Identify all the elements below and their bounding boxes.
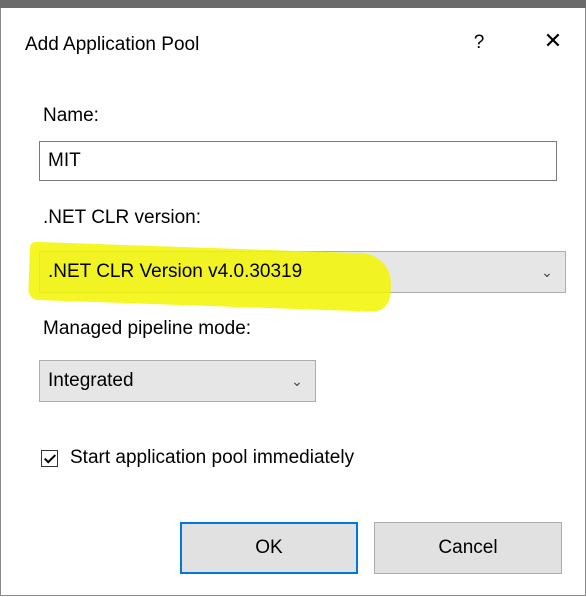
- add-application-pool-dialog: Add Application Pool ? ✕ Name: MIT .NET …: [0, 8, 586, 596]
- close-button[interactable]: ✕: [539, 26, 567, 56]
- chevron-down-icon: ⌄: [291, 373, 303, 389]
- window-top-edge: [0, 0, 586, 8]
- help-button[interactable]: ?: [466, 28, 492, 58]
- name-label: Name:: [43, 105, 99, 126]
- pipeline-mode-label: Managed pipeline mode:: [43, 318, 252, 339]
- name-input[interactable]: MIT: [39, 141, 557, 181]
- cancel-button[interactable]: Cancel: [374, 522, 562, 574]
- clr-version-label: .NET CLR version:: [43, 207, 202, 228]
- ok-button[interactable]: OK: [180, 522, 358, 574]
- pipeline-mode-selected: Integrated: [48, 370, 134, 391]
- start-immediately-checkbox[interactable]: [41, 449, 58, 467]
- chevron-down-icon: ⌄: [541, 264, 553, 280]
- clr-version-selected: .NET CLR Version v4.0.30319: [48, 261, 303, 282]
- start-immediately-label: Start application pool immediately: [70, 447, 355, 468]
- start-immediately-option[interactable]: Start application pool immediately: [41, 446, 354, 470]
- pipeline-mode-dropdown[interactable]: Integrated ⌄: [39, 360, 316, 402]
- dialog-title: Add Application Pool: [25, 34, 200, 55]
